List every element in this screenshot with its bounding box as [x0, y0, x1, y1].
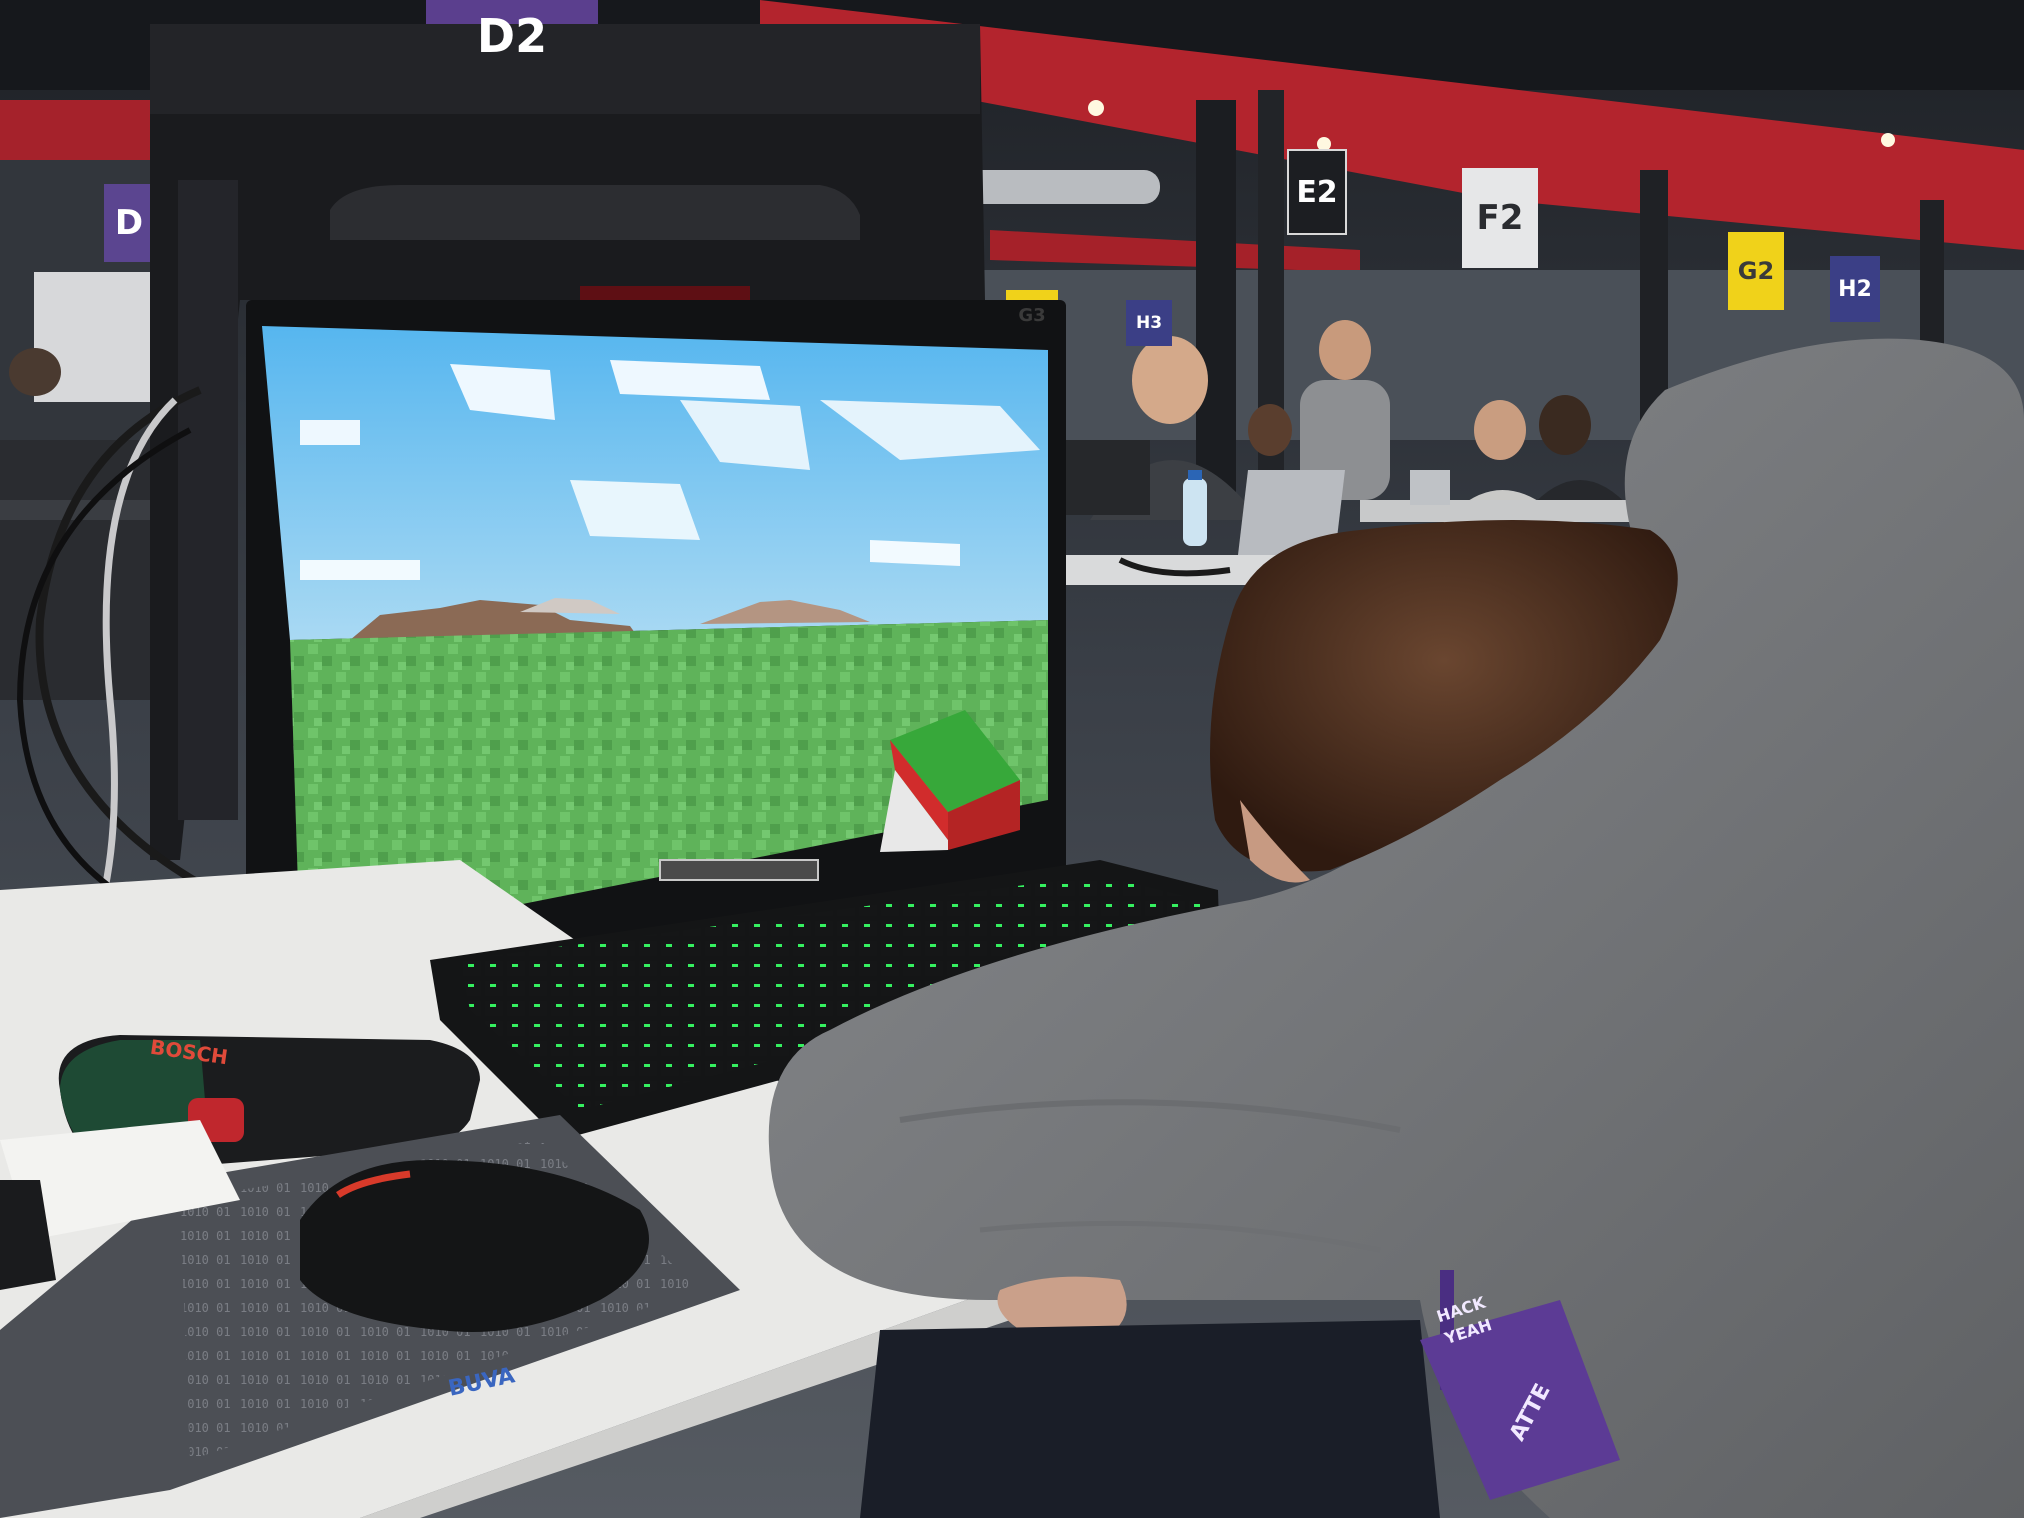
sign-e2: E2	[1288, 150, 1346, 234]
sign-g2: G2	[1728, 232, 1784, 310]
sign-d2-label: D2	[476, 9, 548, 63]
pc-side-mesh	[178, 180, 238, 820]
bottle-cap	[1188, 470, 1202, 480]
ceiling-light	[1881, 133, 1895, 147]
jeans	[860, 1320, 1440, 1518]
red-beam-left	[0, 100, 160, 170]
sign-h3-label: H3	[1135, 313, 1163, 333]
pc-handle	[330, 185, 860, 240]
hotbar	[659, 859, 819, 881]
sign-h2-label: H2	[1838, 276, 1872, 302]
sign-h2: H2	[1830, 256, 1880, 322]
sign-d-left: D	[104, 184, 154, 262]
sign-g3-label: G3	[1018, 304, 1046, 326]
sign-d-left-label: D	[114, 203, 144, 243]
ceiling-light	[1088, 100, 1104, 116]
sign-f2: F2	[1462, 168, 1538, 268]
sign-g3: G3	[1006, 290, 1058, 340]
ceiling-duct	[960, 170, 1160, 204]
water-bottle	[1183, 478, 1207, 546]
sign-e2-label: E2	[1296, 174, 1338, 210]
laptop	[1066, 440, 1150, 515]
sign-f2-label: F2	[1476, 198, 1524, 238]
pillar	[1196, 100, 1236, 520]
laptop	[1410, 470, 1450, 505]
ceiling-light	[1317, 137, 1331, 151]
sign-h3: H3	[1126, 300, 1172, 346]
hackathon-photo: 1010 01	[0, 0, 2024, 1518]
sign-d2: D2	[426, 0, 598, 72]
sign-g2-label: G2	[1737, 257, 1775, 285]
